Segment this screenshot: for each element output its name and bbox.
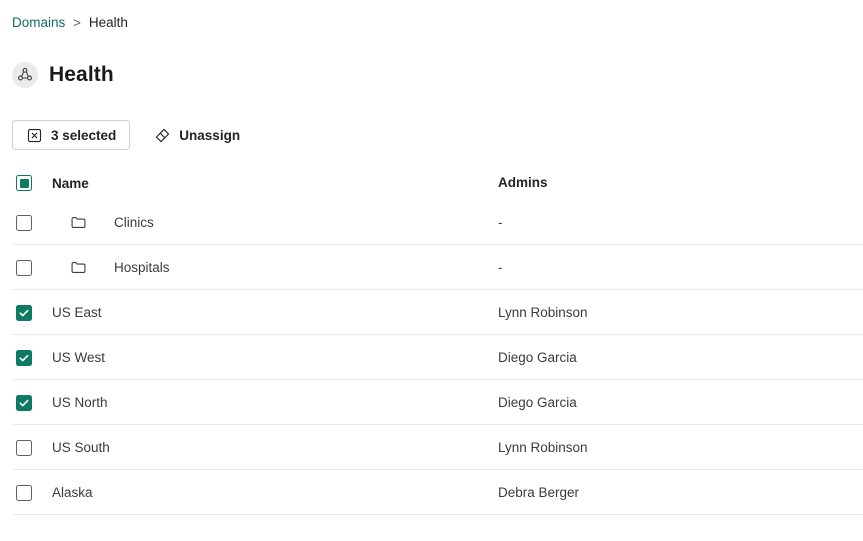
table-row[interactable]: US North Diego Garcia <box>0 380 863 425</box>
row-select-cell <box>0 485 36 501</box>
row-checkbox[interactable] <box>16 215 32 231</box>
row-checkbox[interactable] <box>16 440 32 456</box>
row-admins-label: Diego Garcia <box>498 350 577 365</box>
row-name-label: Hospitals <box>114 259 170 277</box>
unassign-button[interactable]: Unassign <box>142 120 252 150</box>
row-checkbox[interactable] <box>16 350 32 366</box>
row-name-cell: Alaska <box>36 484 498 502</box>
eraser-icon <box>154 127 171 144</box>
selected-count-label: 3 selected <box>51 128 116 143</box>
row-checkbox[interactable] <box>16 305 32 321</box>
row-name-cell: US South <box>36 439 498 457</box>
breadcrumb-current-health: Health <box>89 14 128 32</box>
checkmark-icon <box>18 352 30 364</box>
row-name-label: US North <box>52 394 108 412</box>
row-admins-label: - <box>498 260 503 275</box>
row-name-label: US East <box>52 304 102 322</box>
selected-count-button[interactable]: 3 selected <box>12 120 130 150</box>
row-admins-label: Lynn Robinson <box>498 305 588 320</box>
table-row[interactable]: US East Lynn Robinson <box>0 290 863 335</box>
row-name-label: US South <box>52 439 110 457</box>
row-admins-cell: Lynn Robinson <box>498 439 863 457</box>
checkmark-icon <box>18 397 30 409</box>
breadcrumb: Domains > Health <box>0 0 863 32</box>
table-row[interactable]: Hospitals - <box>0 245 863 290</box>
row-admins-cell: Diego Garcia <box>498 394 863 412</box>
table-header-row: Name Admins <box>0 166 863 200</box>
page-title: Health <box>49 62 114 88</box>
row-admins-label: - <box>498 215 503 230</box>
row-checkbox[interactable] <box>16 395 32 411</box>
column-header-name[interactable]: Name <box>36 176 498 191</box>
column-header-admins[interactable]: Admins <box>498 174 863 192</box>
row-name-cell: Clinics <box>36 213 498 233</box>
row-name-label: Alaska <box>52 484 93 502</box>
row-select-cell <box>0 260 36 276</box>
row-select-cell <box>0 215 36 231</box>
indeterminate-mark-icon <box>20 179 29 188</box>
domains-table: Name Admins Clinics - <box>0 166 863 515</box>
column-header-admins-label: Admins <box>498 175 548 190</box>
row-select-cell <box>0 305 36 321</box>
row-admins-cell: - <box>498 259 863 277</box>
page-header: Health <box>0 32 863 102</box>
row-select-cell <box>0 395 36 411</box>
table-row[interactable]: US West Diego Garcia <box>0 335 863 380</box>
row-admins-cell: - <box>498 214 863 232</box>
breadcrumb-separator-icon: > <box>72 14 82 32</box>
row-name-cell: Hospitals <box>36 258 498 278</box>
table-row[interactable]: US South Lynn Robinson <box>0 425 863 470</box>
row-admins-cell: Diego Garcia <box>498 349 863 367</box>
breadcrumb-link-domains[interactable]: Domains <box>12 14 65 32</box>
row-admins-label: Lynn Robinson <box>498 440 588 455</box>
row-checkbox[interactable] <box>16 260 32 276</box>
row-admins-cell: Lynn Robinson <box>498 304 863 322</box>
row-name-cell: US North <box>36 394 498 412</box>
select-all-checkbox[interactable] <box>16 175 32 191</box>
table-row[interactable]: Clinics - <box>0 200 863 245</box>
row-select-cell <box>0 350 36 366</box>
folder-icon <box>68 258 88 278</box>
folder-icon <box>68 213 88 233</box>
row-admins-label: Diego Garcia <box>498 395 577 410</box>
checkmark-icon <box>18 307 30 319</box>
table-row[interactable]: Alaska Debra Berger <box>0 470 863 515</box>
row-name-label: Clinics <box>114 214 154 232</box>
row-name-cell: US West <box>36 349 498 367</box>
column-header-name-label: Name <box>36 176 89 191</box>
row-checkbox[interactable] <box>16 485 32 501</box>
row-name-label: US West <box>52 349 105 367</box>
select-all-cell <box>0 175 36 191</box>
domain-icon <box>12 62 38 88</box>
row-admins-label: Debra Berger <box>498 485 579 500</box>
dismiss-square-icon <box>26 127 43 144</box>
toolbar: 3 selected Unassign <box>0 102 863 150</box>
row-select-cell <box>0 440 36 456</box>
domain-detail-page: Domains > Health Health <box>0 0 863 541</box>
unassign-label: Unassign <box>179 128 240 143</box>
row-name-cell: US East <box>36 304 498 322</box>
row-admins-cell: Debra Berger <box>498 484 863 502</box>
